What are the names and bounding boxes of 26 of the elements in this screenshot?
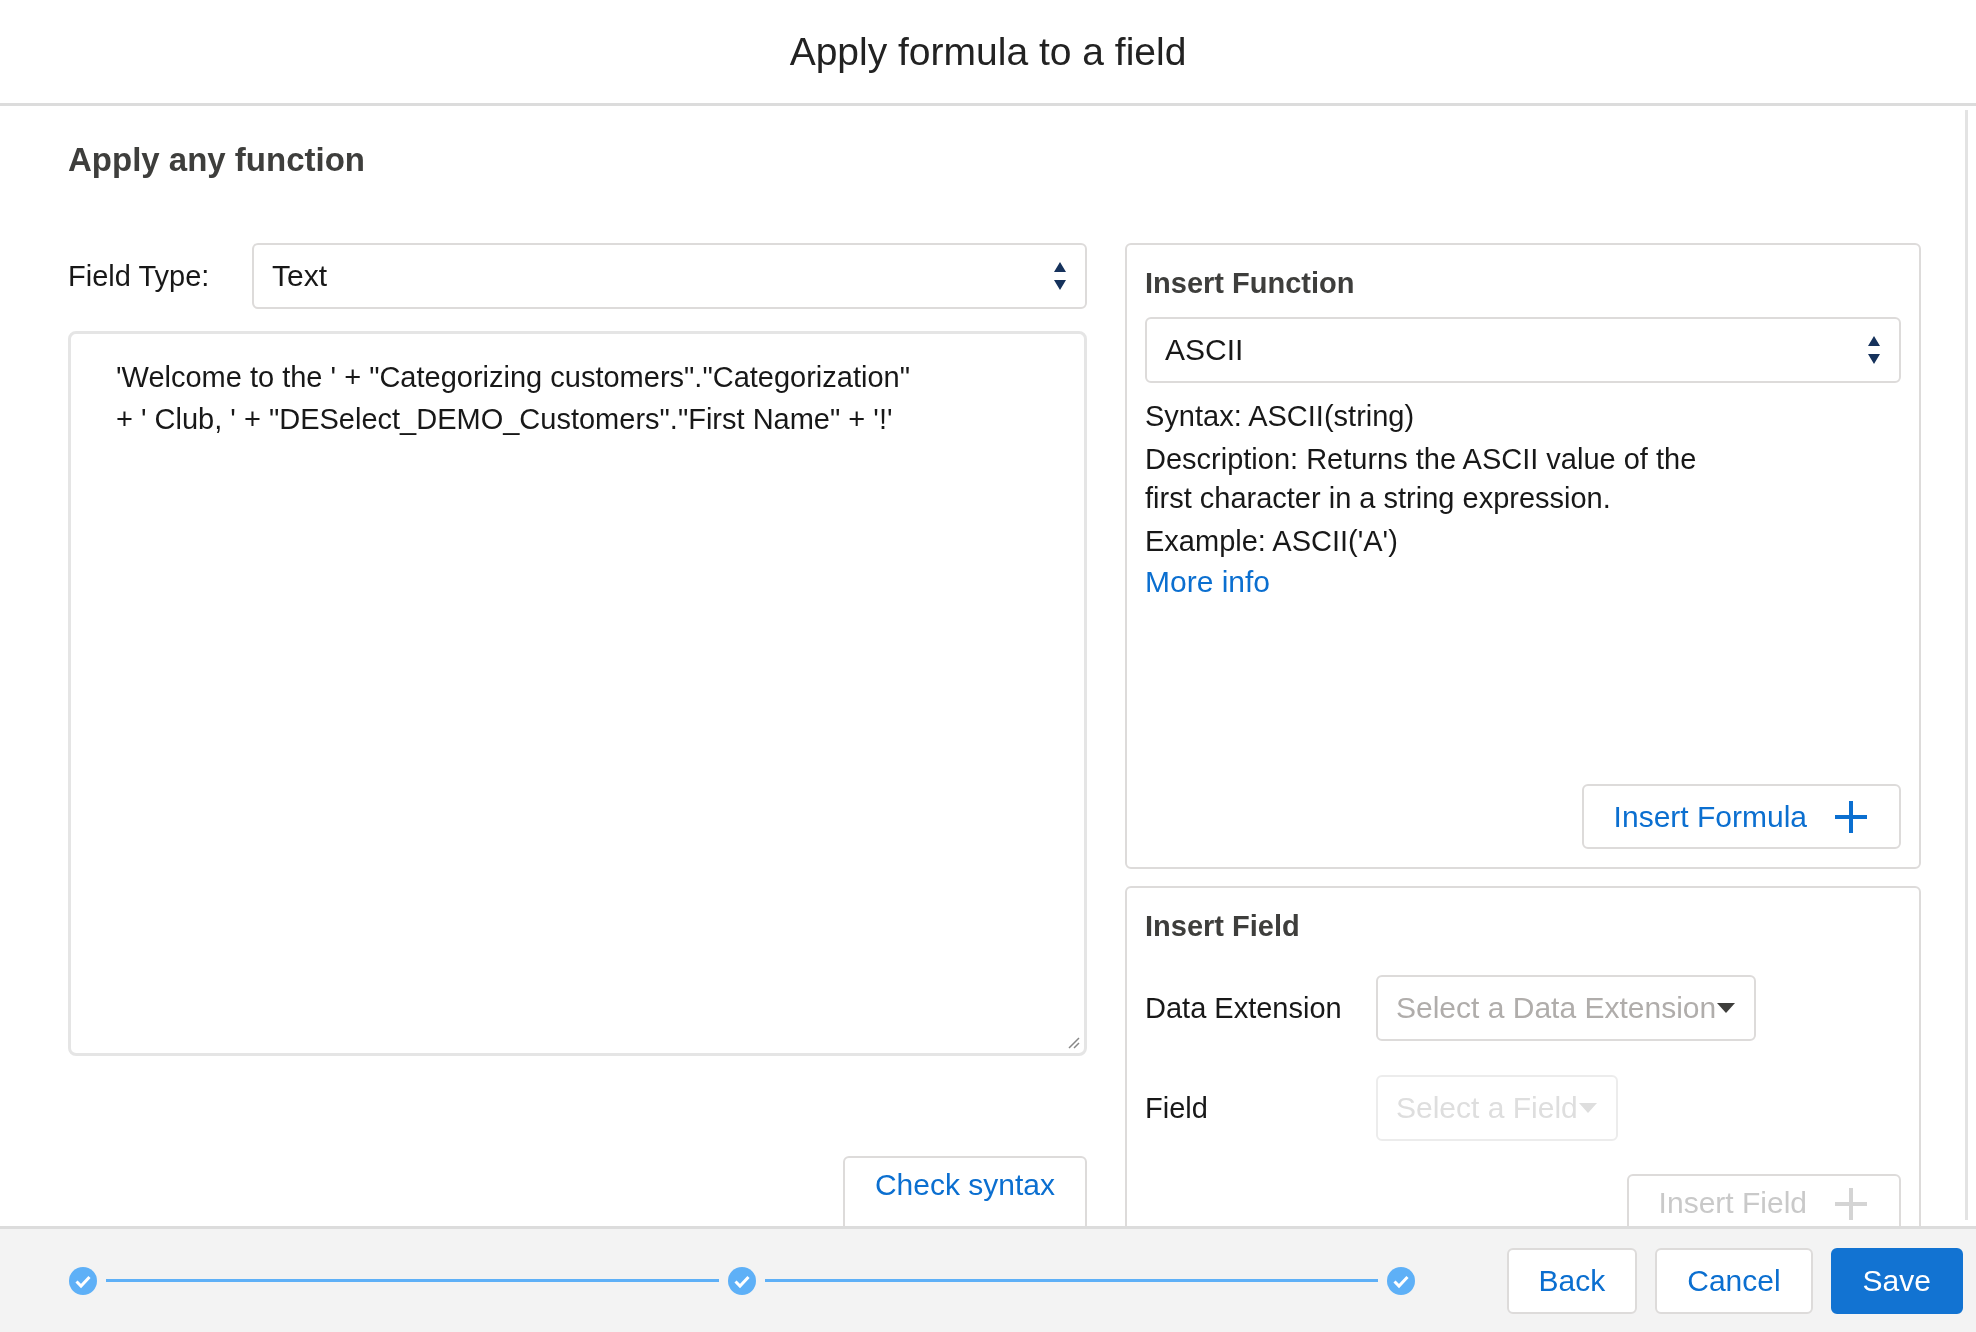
plus-icon [1833, 798, 1869, 835]
plus-icon [1833, 1186, 1869, 1222]
caret-icon [1577, 1102, 1598, 1114]
more-info-link[interactable]: More info [1145, 561, 1271, 603]
caret-icon [1716, 1002, 1737, 1014]
data-extension-label: Data Extension [1145, 991, 1343, 1025]
syntax-text: Syntax: ASCII(string) [1145, 399, 1416, 434]
field-type-select[interactable]: Text [252, 243, 1087, 309]
footer-button[interactable]: Cancel [1655, 1247, 1813, 1314]
field-label: Field [1145, 1091, 1209, 1125]
footer-button[interactable]: Back [1506, 1247, 1638, 1314]
card-title: Insert Function [1145, 265, 1356, 301]
section-title: Apply any function [68, 140, 366, 180]
up-down-arrows-icon [1053, 261, 1067, 291]
save-button[interactable]: Save [1830, 1247, 1963, 1314]
dialog-title: Apply formula to a field [789, 29, 1187, 74]
formula-editor[interactable]: 'Welcome to the ' + "Categorizing customers"."Categorization" + ' Club, ' + "DESelect_DEMO_Customers"."First Name" + '!' [68, 331, 1087, 1056]
resize-handle-icon[interactable] [1066, 1035, 1080, 1049]
field-type-label: Field Type: [68, 259, 211, 293]
function-select[interactable]: ASCII [1145, 317, 1901, 383]
description-text: Description: Returns the ASCII value of the first character in a string expression. [1145, 442, 1698, 516]
up-down-arrows-icon [1867, 335, 1881, 365]
example-text: Example: ASCII('A') [1145, 524, 1399, 559]
check-syntax-button[interactable]: Check syntax [842, 1156, 1087, 1226]
insert-formula-button[interactable]: Insert Formula [1581, 784, 1901, 849]
card-title: Insert Field [1145, 908, 1301, 944]
